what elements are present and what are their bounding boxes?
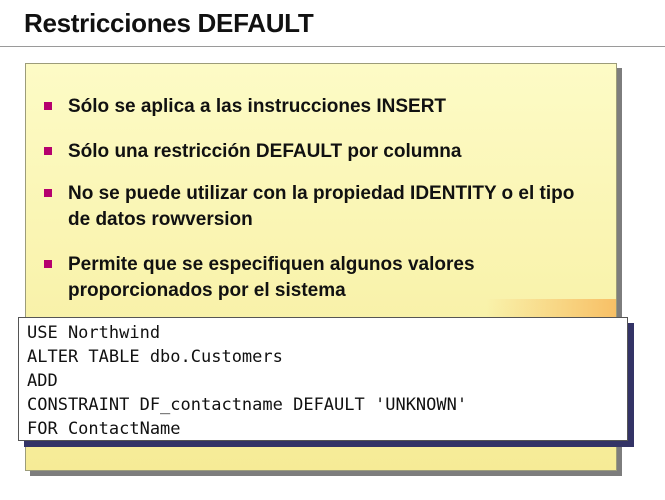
bullet-square-icon [44, 189, 52, 197]
bullet-square-icon [44, 102, 52, 110]
code-line: ADD [27, 371, 58, 391]
code-example: USE Northwind ALTER TABLE dbo.Customers … [18, 317, 628, 441]
code-line: ALTER TABLE dbo.Customers [27, 347, 283, 367]
title-divider [0, 46, 665, 47]
bullet-text: Sólo se aplica a las instrucciones INSER… [68, 96, 447, 117]
bullet-text: Sólo una restricción DEFAULT por columna [68, 141, 462, 162]
bullet-text: No se puede utilizar con la propiedad ID… [68, 183, 575, 230]
code-line: USE Northwind [27, 323, 161, 343]
bullet-square-icon [44, 260, 52, 268]
slide-title: Restricciones DEFAULT [24, 8, 314, 38]
bullet-text: Permite que se especifiquen algunos valo… [68, 254, 475, 301]
bullet-square-icon [44, 147, 52, 155]
code-line: FOR ContactName [27, 419, 181, 439]
code-line: CONSTRAINT DF_contactname DEFAULT 'UNKNO… [27, 395, 468, 415]
